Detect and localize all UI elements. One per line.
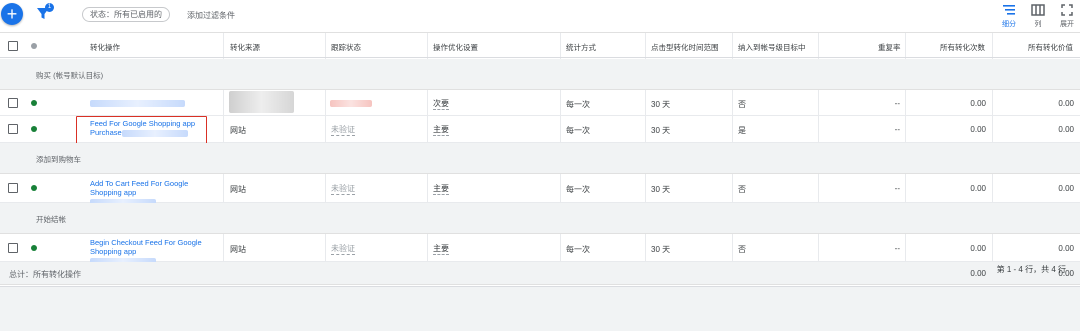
- redacted-source: [229, 91, 294, 113]
- source-cell: [229, 91, 294, 113]
- source-cell: 网站: [230, 126, 246, 135]
- counting-cell: 每一次: [566, 100, 590, 109]
- tracking-status-cell[interactable]: 未验证: [331, 124, 355, 136]
- page-background: [0, 287, 1080, 331]
- header-source[interactable]: 转化来源: [230, 42, 260, 53]
- enabled-status-dot: [31, 126, 37, 132]
- add-conversion-button[interactable]: +: [1, 3, 23, 25]
- header-conversion-action[interactable]: 转化操作: [90, 42, 120, 53]
- columns-tool-label: 列: [1034, 21, 1042, 28]
- tracking-status-cell: [330, 99, 372, 108]
- redacted-status: [330, 100, 372, 108]
- optimization-cell[interactable]: 主要: [433, 183, 449, 195]
- conversion-action-link[interactable]: [90, 99, 185, 108]
- header-all-conv-value[interactable]: 所有转化价值: [1028, 42, 1073, 53]
- table-row: 次要 每一次 30 天 否 -- 0.00 0.00: [0, 90, 1080, 116]
- counting-cell: 每一次: [566, 126, 590, 135]
- all-conversions-cell: 0.00: [970, 125, 986, 134]
- section-label: 添加到购物车: [36, 155, 81, 164]
- toolbar: + 1 状态：所有已启用的 添加过滤条件 细分 列 展开: [0, 0, 1080, 32]
- header-all-conversions[interactable]: 所有转化次数: [940, 42, 985, 53]
- redacted-name: [90, 100, 185, 108]
- section-label: 购买 (帐号默认目标): [36, 71, 104, 80]
- enabled-status-dot: [31, 185, 37, 191]
- repeat-rate-cell: --: [894, 125, 900, 134]
- table-header: 转化操作 转化来源 跟踪状态 操作优化设置 统计方式 点击型转化时间范围 纳入到…: [0, 32, 1080, 58]
- select-all-checkbox[interactable]: [8, 41, 18, 51]
- enabled-status-dot: [31, 100, 37, 106]
- repeat-rate-cell: --: [894, 184, 900, 193]
- tracking-status-cell[interactable]: 未验证: [331, 183, 355, 195]
- all-conv-value-cell: 0.00: [1058, 125, 1074, 134]
- account-goal-cell: 否: [738, 185, 746, 194]
- header-click-window[interactable]: 点击型转化时间范围: [651, 42, 719, 53]
- table-row: Add To Cart Feed For Google Shopping app…: [0, 174, 1080, 206]
- optimization-cell[interactable]: 次要: [433, 98, 449, 110]
- header-counting[interactable]: 统计方式: [566, 42, 596, 53]
- click-window-cell: 30 天: [651, 126, 671, 135]
- all-conversions-cell: 0.00: [970, 99, 986, 108]
- header-repeat-rate[interactable]: 重复率: [878, 42, 901, 53]
- header-account-goal[interactable]: 纳入到帐号级目标中: [738, 42, 806, 53]
- row-checkbox[interactable]: [8, 183, 18, 193]
- filter-count-badge: 1: [45, 3, 54, 12]
- add-filter-link[interactable]: 添加过滤条件: [187, 10, 235, 21]
- optimization-cell[interactable]: 主要: [433, 124, 449, 136]
- segment-tool-button[interactable]: 细分: [996, 4, 1022, 29]
- source-cell: 网站: [230, 185, 246, 194]
- expand-tool-label: 展开: [1060, 21, 1074, 28]
- highlight-box: [76, 116, 207, 146]
- all-conversions-cell: 0.00: [970, 184, 986, 193]
- counting-cell: 每一次: [566, 185, 590, 194]
- segment-icon: [1003, 5, 1015, 15]
- header-tracking-status[interactable]: 跟踪状态: [331, 42, 361, 53]
- click-window-cell: 30 天: [651, 185, 671, 194]
- row-checkbox[interactable]: [8, 98, 18, 108]
- all-conv-value-cell: 0.00: [1058, 184, 1074, 193]
- section-header-add-to-cart: 添加到购物车: [0, 143, 1080, 174]
- row-checkbox[interactable]: [8, 124, 18, 134]
- expand-tool-button[interactable]: 展开: [1054, 4, 1080, 29]
- section-label: 开始结帐: [36, 215, 66, 224]
- click-window-cell: 30 天: [651, 100, 671, 109]
- columns-icon: [1031, 4, 1045, 16]
- header-optimization[interactable]: 操作优化设置: [433, 42, 478, 53]
- account-goal-cell: 否: [738, 100, 746, 109]
- segment-tool-label: 细分: [1002, 21, 1016, 28]
- account-goal-cell: 是: [738, 126, 746, 135]
- status-filter-chip[interactable]: 状态：所有已启用的: [82, 7, 170, 22]
- columns-tool-button[interactable]: 列: [1025, 4, 1051, 29]
- table-footer: 第 1 - 4 行，共 4 行: [0, 252, 1080, 287]
- enabled-status-dot: [31, 245, 37, 251]
- expand-icon: [1061, 4, 1073, 16]
- conversion-action-link[interactable]: Add To Cart Feed For Google Shopping app: [90, 179, 202, 206]
- section-header-purchase: 购买 (帐号默认目标): [0, 59, 1080, 90]
- section-header-begin-checkout: 开始结帐: [0, 203, 1080, 234]
- repeat-rate-cell: --: [894, 99, 900, 108]
- pagination-summary: 第 1 - 4 行，共 4 行: [996, 265, 1066, 274]
- all-conv-value-cell: 0.00: [1058, 99, 1074, 108]
- status-header-icon: [31, 43, 37, 49]
